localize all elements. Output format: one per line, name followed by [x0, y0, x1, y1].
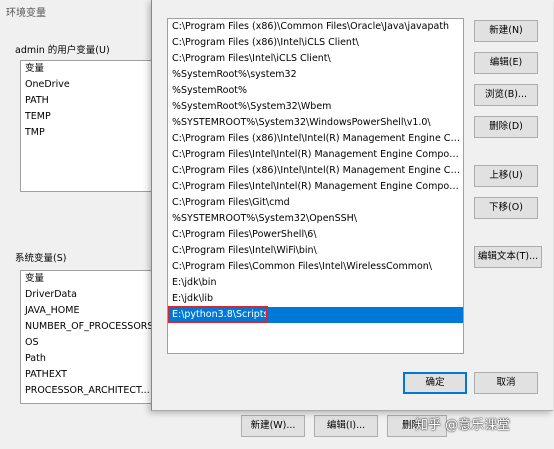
path-row[interactable]: C:\Program Files\Common Files\Intel\Wire…	[168, 259, 463, 275]
list-item[interactable]: OS	[21, 335, 161, 351]
path-row[interactable]: C:\Program Files (x86)\Intel\iCLS Client…	[168, 35, 463, 51]
path-row[interactable]: %SYSTEMROOT%\System32\OpenSSH\	[168, 211, 463, 227]
cancel-button[interactable]: 取消	[474, 372, 538, 394]
system-new-button[interactable]: 新建(W)...	[241, 415, 305, 437]
path-row[interactable]: %SYSTEMROOT%\System32\WindowsPowerShell\…	[168, 115, 463, 131]
system-vars-header[interactable]: 变量	[21, 271, 161, 287]
dialog-title: 环境变量	[6, 8, 46, 19]
user-vars-list[interactable]: 变量 OneDrive PATH TEMP TMP	[20, 60, 162, 192]
edit-text-button[interactable]: 编辑文本(T)...	[474, 246, 542, 268]
list-item[interactable]: Path	[21, 351, 161, 367]
list-item[interactable]: NUMBER_OF_PROCESSORS	[21, 319, 161, 335]
list-item[interactable]: OneDrive	[21, 77, 161, 93]
path-row[interactable]: C:\Program Files\Intel\WiFi\bin\	[168, 243, 463, 259]
system-edit-button[interactable]: 编辑(I)...	[314, 415, 378, 437]
list-item[interactable]: JAVA_HOME	[21, 303, 161, 319]
edit-button[interactable]: 编辑(E)	[474, 52, 538, 74]
list-item[interactable]: PROCESSOR_ARCHITECT...	[21, 383, 161, 399]
list-item[interactable]: TMP	[21, 125, 161, 141]
path-row[interactable]: %SystemRoot%	[168, 83, 463, 99]
path-row[interactable]: C:\Program Files\Intel\iCLS Client\	[168, 51, 463, 67]
path-row[interactable]: %SystemRoot%\system32	[168, 67, 463, 83]
path-list[interactable]: C:\Program Files (x86)\Common Files\Orac…	[167, 18, 464, 354]
move-up-button[interactable]: 上移(U)	[474, 165, 538, 187]
watermark-text: 知乎 @意乐课堂	[415, 418, 511, 433]
path-row[interactable]: E:\jdk\lib	[168, 291, 463, 307]
ok-button[interactable]: 确定	[403, 372, 467, 394]
new-button[interactable]: 新建(N)	[474, 20, 538, 42]
path-row[interactable]: E:\jdk\bin	[168, 275, 463, 291]
list-item[interactable]: PATH	[21, 93, 161, 109]
list-item[interactable]: DriverData	[21, 287, 161, 303]
list-item[interactable]: PATHEXT	[21, 367, 161, 383]
path-row-selected[interactable]: E:\python3.8\Scripts	[168, 307, 463, 323]
system-vars-label: 系统变量(S)	[15, 253, 67, 264]
delete-button[interactable]: 删除(D)	[474, 116, 538, 138]
path-row[interactable]: %SystemRoot%\System32\Wbem	[168, 99, 463, 115]
path-row[interactable]: C:\Program Files (x86)\Intel\Intel(R) Ma…	[168, 131, 463, 147]
path-row[interactable]: C:\Program Files\Intel\Intel(R) Manageme…	[168, 179, 463, 195]
path-row[interactable]: C:\Program Files\Intel\Intel(R) Manageme…	[168, 147, 463, 163]
move-down-button[interactable]: 下移(O)	[474, 197, 538, 219]
user-vars-label: admin 的用户变量(U)	[15, 45, 110, 56]
system-vars-list[interactable]: 变量 DriverData JAVA_HOME NUMBER_OF_PROCES…	[20, 270, 162, 404]
path-row[interactable]: C:\Program Files (x86)\Intel\Intel(R) Ma…	[168, 163, 463, 179]
list-item[interactable]: TEMP	[21, 109, 161, 125]
path-row[interactable]: C:\Program Files\Git\cmd	[168, 195, 463, 211]
edit-env-var-dialog: C:\Program Files (x86)\Common Files\Orac…	[151, 0, 553, 411]
user-vars-header[interactable]: 变量	[21, 61, 161, 77]
path-row[interactable]: C:\Program Files\PowerShell\6\	[168, 227, 463, 243]
browse-button[interactable]: 浏览(B)...	[474, 84, 538, 106]
path-row[interactable]: C:\Program Files (x86)\Common Files\Orac…	[168, 19, 463, 35]
